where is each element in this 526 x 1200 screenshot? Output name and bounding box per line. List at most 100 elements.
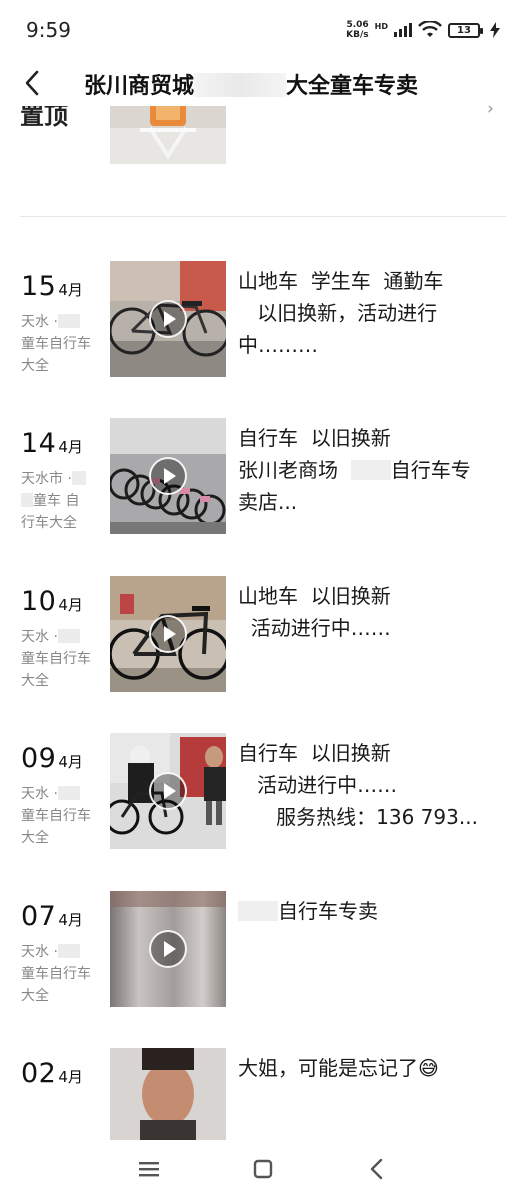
post-item[interactable]: 07 4月 天水 · 童车自行车 大全 自行车专卖 xyxy=(0,891,526,1021)
network-speed-value: 5.06 xyxy=(346,20,369,30)
post-location-line: 天水 · xyxy=(21,944,58,960)
status-icons: 5.06 KB/s HD 13 xyxy=(346,20,500,40)
status-time: 9:59 xyxy=(26,18,71,42)
battery-icon: 13 xyxy=(448,22,483,38)
post-date-month: 4月 xyxy=(58,911,83,929)
wifi-icon xyxy=(418,21,442,37)
post-date-month: 4月 xyxy=(58,438,83,456)
post-date: 07 4月 xyxy=(21,901,83,932)
video-thumbnail[interactable] xyxy=(110,261,226,377)
post-date-day: 14 xyxy=(21,428,57,459)
post-caption-text: 自行车专卖 xyxy=(278,899,378,923)
post-location-line: 童车自行车 xyxy=(21,651,91,667)
post-caption-line: 卖店... xyxy=(238,490,298,514)
post-caption: 大姐，可能是忘记了😅 xyxy=(238,1056,439,1080)
post-caption: 山地车 学生车 通勤车 以旧换新，活动进行 中……… xyxy=(238,269,444,357)
page-title-left: 张川商贸城 xyxy=(84,74,195,99)
nav-back-button[interactable] xyxy=(362,1154,392,1184)
play-circle-icon[interactable] xyxy=(149,457,187,495)
triangle-back-icon xyxy=(370,1158,383,1180)
play-circle-icon[interactable] xyxy=(149,772,187,810)
square-home-icon xyxy=(253,1159,273,1179)
post-location-line: 大全 xyxy=(21,358,49,374)
post-date: 14 4月 xyxy=(21,428,83,459)
post-location-line: 大全 xyxy=(21,988,49,1004)
post-date-day: 10 xyxy=(21,586,57,617)
video-thumbnail[interactable] xyxy=(110,418,226,534)
home-button[interactable] xyxy=(248,1154,278,1184)
play-circle-icon[interactable] xyxy=(149,615,187,653)
post-location: 天水 · 童车自行车 大全 xyxy=(21,311,103,377)
post-date-month: 4月 xyxy=(58,281,83,299)
post-date: 09 4月 xyxy=(21,743,83,774)
back-button[interactable] xyxy=(14,64,50,102)
post-item[interactable]: 14 4月 天水市 · 童车 自 行车大全 自行车 以旧换新 张川老商场 自行车… xyxy=(0,418,526,548)
status-bar: 9:59 5.06 KB/s HD 13 xyxy=(0,0,526,60)
video-thumbnail[interactable] xyxy=(110,733,226,849)
redacted-block xyxy=(21,493,33,507)
image-thumbnail[interactable] xyxy=(110,1048,226,1140)
post-caption-line: 自行车专 xyxy=(390,458,471,482)
post-date-month: 4月 xyxy=(58,753,83,771)
post-location: 天水 · 童车自行车 大全 xyxy=(21,783,103,849)
partial-post-title: 置顶 xyxy=(20,106,68,130)
post-caption: 自行车专卖 xyxy=(238,895,508,927)
network-speed: 5.06 KB/s xyxy=(346,20,368,40)
post-item[interactable]: 15 4月 天水 · 童车自行车 大全 山地车 学生车 通勤车 以旧换新，活动进… xyxy=(0,261,526,391)
menu-icon xyxy=(139,1162,159,1177)
divider xyxy=(20,216,506,217)
play-circle-icon[interactable] xyxy=(149,930,187,968)
post-caption: 自行车 以旧换新 活动进行中…… 服务热线：136 793... xyxy=(238,741,478,829)
post-item[interactable]: 09 4月 天水 · 童车自行车 大全 自行车 以旧换新 活动进行中…… 服务热… xyxy=(0,733,526,863)
battery-level: 13 xyxy=(457,24,471,36)
post-date-day: 09 xyxy=(21,743,57,774)
post-location: 天水市 · 童车 自 行车大全 xyxy=(21,468,103,534)
redacted-block xyxy=(238,901,278,921)
post-date-month: 4月 xyxy=(58,596,83,614)
post-location-line: 天水 · xyxy=(21,786,58,802)
video-thumbnail[interactable] xyxy=(110,891,226,1007)
post-caption-line: 自行车 以旧换新 xyxy=(238,426,391,450)
partial-post[interactable]: 置顶 › xyxy=(0,106,526,168)
redacted-block xyxy=(71,471,86,485)
menu-button[interactable] xyxy=(134,1154,164,1184)
post-location-line: 大全 xyxy=(21,830,49,846)
post-item[interactable]: 02 4月 大姐，可能是忘记了😅 xyxy=(0,1048,526,1140)
signal-icon xyxy=(394,23,412,37)
network-speed-unit: KB/s xyxy=(346,30,369,40)
post-caption-line: 张川老商场 xyxy=(238,458,351,482)
post-item[interactable]: 10 4月 天水 · 童车自行车 大全 山地车 以旧换新 活动进行中…… xyxy=(0,576,526,706)
post-date-month: 4月 xyxy=(58,1068,83,1086)
post-location-line: 行车大全 xyxy=(21,515,77,531)
redacted-block xyxy=(350,460,391,480)
partial-post-thumbnail[interactable] xyxy=(110,106,226,164)
redacted-block xyxy=(57,786,80,800)
post-location-line: 天水 · xyxy=(21,314,58,330)
video-thumbnail[interactable] xyxy=(110,576,226,692)
hd-label: HD xyxy=(374,22,388,31)
redacted-block xyxy=(57,629,80,643)
post-date: 02 4月 xyxy=(21,1058,83,1089)
post-date-day: 02 xyxy=(21,1058,57,1089)
post-location: 天水 · 童车自行车 大全 xyxy=(21,941,103,1007)
post-location-line: 天水 · xyxy=(21,629,58,645)
post-caption: 自行车 以旧换新 张川老商场 自行车专 卖店... xyxy=(238,422,508,518)
charging-icon xyxy=(490,22,500,38)
post-date: 10 4月 xyxy=(21,586,83,617)
title-bar: 张川商贸城 大全童车专卖 xyxy=(0,60,526,106)
post-location-line: 天水市 · xyxy=(21,471,72,487)
redacted-block xyxy=(194,73,287,97)
play-circle-icon[interactable] xyxy=(149,300,187,338)
redacted-block xyxy=(57,314,80,328)
post-date: 15 4月 xyxy=(21,271,83,302)
post-location-line: 童车自行车 xyxy=(21,336,91,352)
chevron-left-icon xyxy=(25,70,39,96)
post-feed[interactable]: 置顶 › 15 4月 天水 · 童车自行车 大全 山地车 学生车 通勤车 以旧换… xyxy=(0,106,526,1140)
post-location-line: 童车自行车 xyxy=(21,966,91,982)
chevron-right-icon: › xyxy=(486,106,494,119)
thumbnail-image xyxy=(110,1048,226,1140)
post-location-line: 童车自行车 xyxy=(21,808,91,824)
redacted-block xyxy=(57,944,80,958)
post-date-day: 15 xyxy=(21,271,57,302)
thumbnail-image xyxy=(110,106,226,164)
